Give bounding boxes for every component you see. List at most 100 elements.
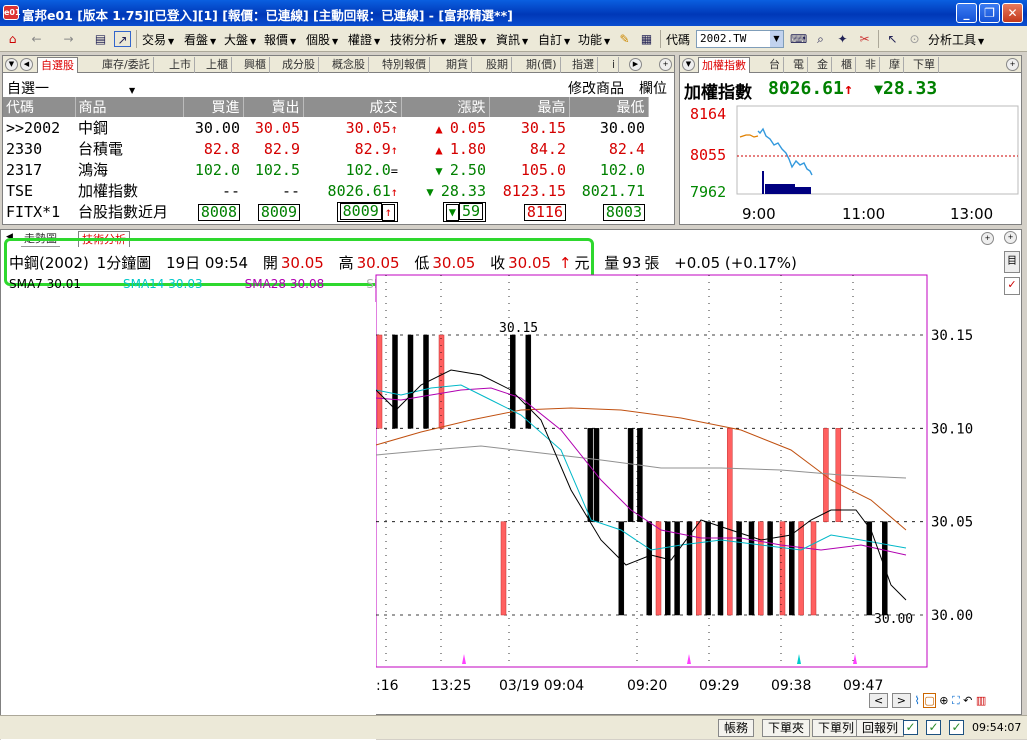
column-header[interactable]: 最高	[489, 97, 570, 117]
tab-index-3[interactable]: 金	[814, 57, 832, 73]
menu-4[interactable]: 個股 ▼	[306, 31, 338, 48]
menu-8[interactable]: 資訊 ▼	[496, 31, 528, 48]
zoom-icon[interactable]: +	[981, 232, 994, 245]
tab-quote-6[interactable]: 概念股	[329, 57, 369, 73]
note-icon[interactable]: ▦	[638, 31, 655, 47]
popout-icon[interactable]: ↗	[114, 31, 131, 47]
analysis-tools-menu[interactable]: 分析工具 ▼	[928, 31, 984, 48]
checkbox-icon[interactable]: ✓	[1004, 277, 1020, 295]
forward-icon[interactable]: →	[60, 31, 77, 47]
edit-products-button[interactable]: 修改商品	[568, 78, 624, 98]
tab-quote-10[interactable]: 期(價)	[523, 57, 561, 73]
chevron-down-icon[interactable]: ▼	[770, 31, 783, 47]
tab-index-1[interactable]: 台	[766, 57, 784, 73]
tab-quote-5[interactable]: 成分股	[279, 57, 319, 73]
pointer-icon[interactable]: ↖	[884, 31, 901, 47]
tab-scroll-right-icon[interactable]: ▶	[629, 58, 642, 71]
checkbox-icon[interactable]: ✓	[949, 720, 964, 735]
column-header[interactable]: 代碼	[3, 97, 76, 117]
table-row[interactable]: >>2002 中鋼 30.00 30.05 30.05↑ ▲ 0.05 30.15 30.00	[3, 117, 648, 138]
panel-toggle-icon[interactable]: 目	[1004, 251, 1020, 273]
bars-icon[interactable]: ▥	[976, 694, 986, 707]
column-header[interactable]: 買進	[183, 97, 244, 117]
tab-quote-0[interactable]: 自選股	[37, 57, 78, 73]
menu-5[interactable]: 權證 ▼	[348, 31, 380, 48]
status-button-1[interactable]: 下單夾	[762, 719, 811, 737]
restore-button[interactable]: ❐	[979, 3, 1000, 23]
crosshair-icon[interactable]: ⊕	[939, 694, 948, 707]
menu-9[interactable]: 自訂 ▼	[538, 31, 570, 48]
tab-quote-2[interactable]: 上市	[166, 57, 195, 73]
tab-scroll-left-icon[interactable]: ◀	[20, 58, 33, 71]
status-button-0[interactable]: 帳務	[718, 719, 755, 737]
checkbox-icon[interactable]: ✓	[903, 720, 918, 735]
table-row[interactable]: 2317 鴻海 102.0 102.5 102.0= ▼ 2.50 105.0 102.0	[3, 159, 648, 180]
scroll-right-icon[interactable]: >	[891, 693, 911, 708]
tag-icon[interactable]: ✂	[856, 31, 873, 47]
home-icon[interactable]: ⌂	[4, 31, 21, 47]
candle-icon[interactable]: ▢	[923, 693, 936, 708]
fit-icon[interactable]: ⛶	[952, 694, 960, 707]
search-icon[interactable]: ⌕	[812, 31, 829, 47]
tab-quote-9[interactable]: 股期	[483, 57, 512, 73]
index-panel: ▼ 加權指數台電金櫃非摩下單 + 加權指數 8026.61↑ ▼28.33 81…	[679, 55, 1022, 225]
zoom-icon[interactable]: +	[1006, 58, 1019, 71]
column-header[interactable]: 最低	[569, 97, 649, 117]
tab-quote-11[interactable]: 指選	[569, 57, 598, 73]
print-icon[interactable]: ▤	[92, 31, 109, 47]
table-row[interactable]: FITX*1 台股指數近月 8008 8009 8009 ↑ ▼ 59 8116 8003	[3, 201, 648, 222]
name-cell: 中鋼	[78, 119, 109, 137]
tab-index-2[interactable]: 電	[790, 57, 808, 73]
tab-quote-4[interactable]: 興櫃	[241, 57, 270, 73]
tab-scroll-left-icon[interactable]: ▼	[5, 58, 18, 71]
tab-index-0[interactable]: 加權指數	[698, 57, 750, 73]
zoom-icon[interactable]: +	[659, 58, 672, 71]
menu-3[interactable]: 報價 ▼	[264, 31, 296, 48]
tab-quote-3[interactable]: 上櫃	[203, 57, 232, 73]
minimize-button[interactable]: _	[956, 3, 977, 23]
menu-2[interactable]: 大盤 ▼	[224, 31, 256, 48]
columns-button[interactable]: 欄位	[639, 78, 667, 98]
line-chart-icon[interactable]: ⌇	[914, 694, 919, 707]
close-button[interactable]: ✕	[1002, 3, 1023, 23]
time-tick: 13:25	[431, 678, 471, 694]
menu-7[interactable]: 選股 ▼	[454, 31, 486, 48]
high-cell: 30.15	[520, 118, 566, 137]
tab-scroll-left-icon[interactable]: ▼	[682, 58, 695, 71]
tab-index-7[interactable]: 下單	[910, 57, 939, 73]
undo-icon[interactable]: ↶	[963, 694, 972, 707]
candle-bar	[866, 521, 873, 616]
zoom-icon[interactable]: +	[1004, 231, 1017, 244]
change-cell: ▲ 0.05	[435, 118, 486, 137]
column-header[interactable]: 商品	[75, 97, 184, 117]
watchlist-select[interactable]: 自選一 ▼	[7, 78, 135, 98]
tab-quote-1[interactable]: 庫存/委託	[99, 57, 154, 73]
table-row[interactable]: 2330 台積電 82.8 82.9 82.9↑ ▲ 1.80 84.2 82.4	[3, 138, 648, 159]
menu-10[interactable]: 功能 ▼	[578, 31, 610, 48]
keyboard-icon[interactable]: ⌨	[790, 31, 807, 47]
back-icon[interactable]: ←	[28, 31, 45, 47]
pen-icon[interactable]: ✎	[616, 31, 633, 47]
tab-index-5[interactable]: 非	[862, 57, 880, 73]
tab-index-4[interactable]: 櫃	[838, 57, 856, 73]
column-header[interactable]: 賣出	[243, 97, 304, 117]
status-button-3[interactable]: 回報列	[856, 719, 905, 737]
link-icon[interactable]: ⊙	[906, 31, 923, 47]
table-row[interactable]: TSE 加權指數 -- -- 8026.61↑ ▼ 28.33 8123.15 8021.71	[3, 180, 648, 201]
checkbox-icon[interactable]: ✓	[926, 720, 941, 735]
column-header[interactable]: 漲跌	[401, 97, 490, 117]
tab-quote-7[interactable]: 特別報價	[379, 57, 430, 73]
y-tick: 8164	[690, 105, 726, 123]
menu-1[interactable]: 看盤 ▼	[184, 31, 216, 48]
column-header[interactable]: 成交	[303, 97, 402, 117]
menu-6[interactable]: 技術分析 ▼	[390, 31, 446, 48]
tools-icon[interactable]: ✦	[834, 31, 851, 47]
candle-bar	[618, 521, 625, 616]
tab-quote-8[interactable]: 期貨	[443, 57, 472, 73]
scroll-left-icon[interactable]: <	[869, 693, 889, 708]
last-cell: 8009 ↑	[303, 201, 401, 222]
menu-0[interactable]: 交易 ▼	[142, 31, 174, 48]
status-button-2[interactable]: 下單列	[812, 719, 861, 737]
tab-index-6[interactable]: 摩	[886, 57, 904, 73]
tab-quote-12[interactable]: i	[609, 57, 620, 73]
